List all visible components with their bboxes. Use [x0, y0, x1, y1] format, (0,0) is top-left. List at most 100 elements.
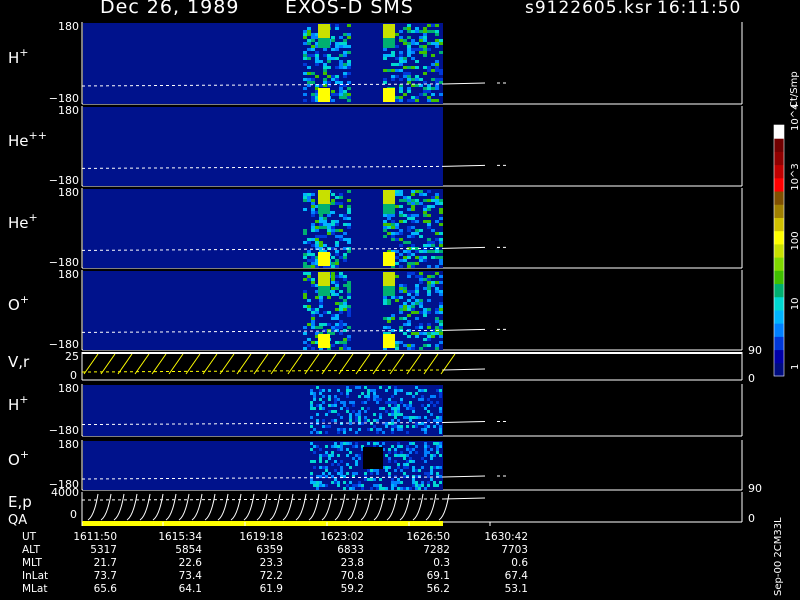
spectrogram-cell: [439, 475, 442, 478]
spectrogram-cell: [376, 484, 379, 487]
spectrogram-cell: [415, 220, 419, 223]
spectrogram-cell: [310, 448, 313, 451]
spectrogram-cell: [415, 469, 418, 472]
spectrogram-cell: [347, 60, 351, 63]
spectrogram-cell: [376, 487, 379, 490]
spectrogram-cell: [340, 448, 343, 451]
spectrogram-cell: [403, 256, 407, 259]
spectrogram-cell: [315, 238, 319, 241]
spectrogram-cell: [409, 419, 412, 422]
spectrogram-cell: [433, 484, 436, 487]
spectrogram-cell: [415, 416, 418, 419]
spectrogram-cell: [397, 419, 400, 422]
spectrogram-cell: [334, 401, 337, 404]
spectrogram-cell: [427, 338, 431, 341]
spectrogram-cell: [415, 229, 419, 232]
ephemeris-label-ut: UT: [22, 531, 37, 543]
spectrogram-cell: [323, 66, 327, 69]
spectrogram-cell: [331, 39, 335, 42]
spectrogram-cell: [307, 57, 311, 60]
spectrogram-cell: [415, 190, 419, 193]
spectrogram-cell: [412, 460, 415, 463]
spectrogram-cell: [411, 190, 415, 193]
spectrogram-cell: [376, 419, 379, 422]
spectrogram-cell: [407, 30, 411, 33]
spectrogram-cell: [331, 48, 335, 51]
spectrogram-cell: [310, 425, 313, 428]
spectrogram-cell: [383, 296, 387, 299]
spectrogram-cell: [399, 96, 403, 99]
colorbar-segment: [774, 164, 784, 179]
spectrogram-cell: [415, 99, 419, 102]
spectrogram-cell: [435, 256, 439, 259]
spectrogram-cell: [411, 244, 415, 247]
spectrogram-cell: [379, 398, 382, 401]
spectrogram-cell: [388, 398, 391, 401]
right-top-tick: 90: [748, 482, 762, 495]
spectrogram-cell: [311, 238, 315, 241]
spectrogram-cell: [343, 253, 347, 256]
spectrogram-cell: [430, 448, 433, 451]
spectrogram-cell: [407, 214, 411, 217]
spectrogram-cell: [388, 404, 391, 407]
spectrogram-cell: [407, 24, 411, 27]
spectrogram-cell: [407, 202, 411, 205]
spectrogram-peak: [383, 88, 395, 102]
ephemeris-value: 1623:02: [320, 531, 364, 543]
spectrogram-cell: [399, 193, 403, 196]
spectrogram-cell: [343, 487, 346, 490]
spectrogram-cell: [395, 99, 399, 102]
spectrogram-cell: [339, 81, 343, 84]
spectrogram-cell: [387, 217, 391, 220]
spectrogram-cell: [435, 24, 439, 27]
spectrogram-cell: [403, 323, 407, 326]
spectrogram-cell: [439, 454, 442, 457]
spectrogram-cell: [431, 54, 435, 57]
spectrogram-cell: [436, 442, 439, 445]
spectrogram-cell: [395, 344, 399, 347]
spectrogram-cell: [379, 487, 382, 490]
spectrogram-cell: [335, 250, 339, 253]
spectrogram-cell: [347, 81, 351, 84]
spectrogram-cell: [311, 214, 315, 217]
spectrogram-cell: [391, 428, 394, 431]
spectrogram-cell: [391, 407, 394, 410]
spectrogram-cell: [347, 238, 351, 241]
spectrogram-cell: [411, 253, 415, 256]
spectrogram-cell: [383, 299, 387, 302]
spectrogram-cell: [331, 256, 335, 259]
spectrogram-cell: [407, 256, 411, 259]
spectrogram-cell: [439, 290, 443, 293]
spectrogram-cell: [323, 323, 327, 326]
spectrogram-cell: [439, 419, 442, 422]
spectrogram-cell: [415, 451, 418, 454]
spectrogram-cell: [340, 407, 343, 410]
spectrogram-cell: [335, 57, 339, 60]
spectrogram-cell: [325, 413, 328, 416]
spectrogram-cell: [331, 326, 335, 329]
spectrogram-cell: [430, 413, 433, 416]
spectrogram-cell: [436, 401, 439, 404]
spectrogram-cell: [346, 407, 349, 410]
spectrogram-cell: [427, 250, 431, 253]
spectrogram-cell: [423, 199, 427, 202]
spectrogram-cell: [331, 445, 334, 448]
spectrogram-cell: [339, 93, 343, 96]
spectrogram-cell: [346, 392, 349, 395]
spectrogram-cell: [411, 199, 415, 202]
spectrogram-cell: [409, 416, 412, 419]
spectrogram-cell: [415, 475, 418, 478]
spectrogram-cell: [358, 481, 361, 484]
spectrogram-cell: [311, 253, 315, 256]
spectrogram-cell: [343, 323, 347, 326]
spectrogram-cell: [419, 281, 423, 284]
spectrogram-cell: [328, 410, 331, 413]
spectrogram-cell: [391, 69, 395, 72]
spectrogram-cell: [347, 199, 351, 202]
spectrogram-cell: [415, 48, 419, 51]
spectrogram-cell: [411, 193, 415, 196]
spectrogram-cell: [343, 54, 347, 57]
spectrogram-cell: [343, 341, 347, 344]
spectrogram-cell: [316, 419, 319, 422]
spectrogram-cell: [339, 193, 343, 196]
